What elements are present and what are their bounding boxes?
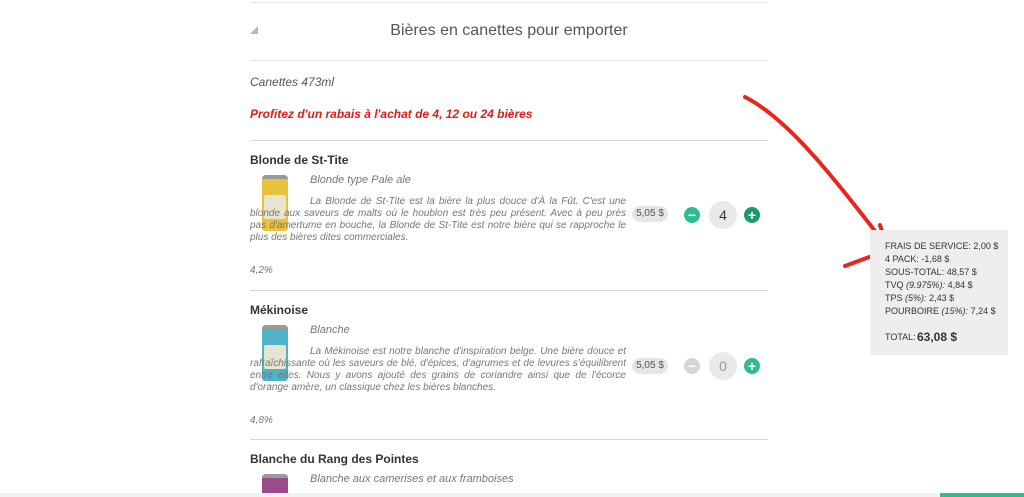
subtotal-line: SOUS-TOTAL: 48,57 $ xyxy=(885,267,977,277)
order-summary: FRAIS DE SERVICE: 2,00 $ 4 PACK: -1,68 $… xyxy=(870,230,1008,355)
total-label: TOTAL: xyxy=(885,332,916,342)
tvq-line: TVQ (9.975%): 4,84 $ xyxy=(885,280,973,290)
total-value: 63,08 $ xyxy=(917,330,958,344)
bottom-edge xyxy=(0,493,940,497)
tps-line: TPS (5%): 2,43 $ xyxy=(885,293,955,303)
pack-discount-line: 4 PACK: -1,68 $ xyxy=(885,254,950,264)
cart-tab[interactable] xyxy=(940,493,1024,497)
tip-line: POURBOIRE (15%): 7,24 $ xyxy=(885,306,996,316)
service-fee-line: FRAIS DE SERVICE: 2,00 $ xyxy=(885,241,999,251)
